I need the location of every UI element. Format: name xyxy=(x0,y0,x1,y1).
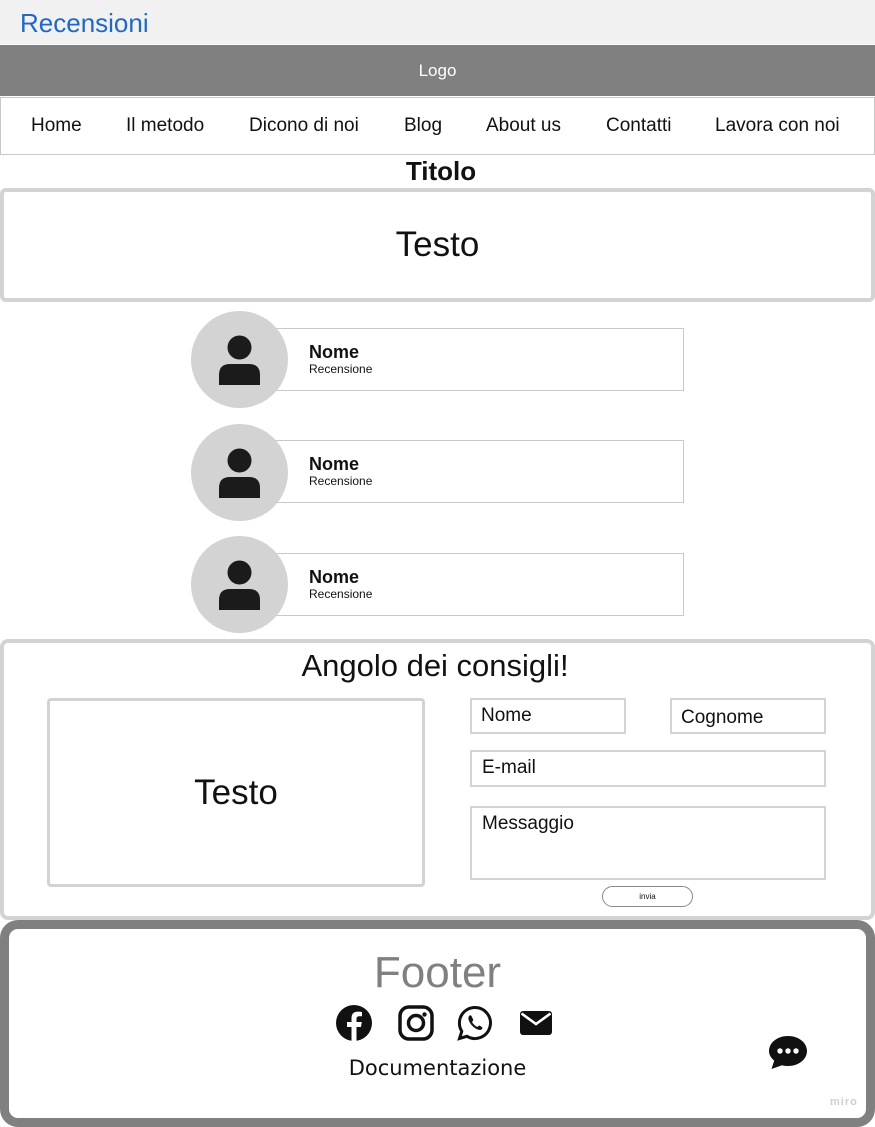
nav-item-il-metodo[interactable]: Il metodo xyxy=(126,115,204,137)
review-card: Nome Recensione xyxy=(265,553,684,616)
nav-item-about-us[interactable]: About us xyxy=(486,115,561,137)
avatar xyxy=(191,536,288,633)
review-name: Nome xyxy=(309,454,360,474)
instagram-icon[interactable] xyxy=(397,1004,435,1042)
mail-icon[interactable] xyxy=(518,1004,556,1042)
whatsapp-icon[interactable] xyxy=(456,1004,494,1042)
nav-item-contatti[interactable]: Contatti xyxy=(606,115,671,137)
page-name: Recensioni xyxy=(20,8,149,38)
user-icon xyxy=(219,560,260,610)
review-text: Recensione xyxy=(309,474,373,488)
surname-field[interactable]: Cognome xyxy=(670,698,826,734)
avatar xyxy=(191,311,288,408)
chat-icon[interactable] xyxy=(768,1034,808,1070)
user-icon xyxy=(219,448,260,498)
nav-item-lavora-con-noi[interactable]: Lavora con noi xyxy=(715,115,840,137)
email-field[interactable]: E-mail xyxy=(470,750,826,787)
nav-item-home[interactable]: Home xyxy=(31,115,82,137)
review-name: Nome xyxy=(309,342,360,362)
review-card: Nome Recensione xyxy=(265,440,684,503)
advice-title: Angolo dei consigli! xyxy=(301,648,569,683)
logo[interactable]: Logo xyxy=(0,45,875,96)
footer-title: Footer xyxy=(373,948,502,997)
facebook-icon[interactable] xyxy=(335,1004,373,1042)
nav-item-dicono-di-noi[interactable]: Dicono di noi xyxy=(249,115,359,137)
send-button[interactable]: invia xyxy=(602,886,693,907)
review-text: Recensione xyxy=(309,362,373,376)
user-icon xyxy=(219,335,260,385)
miro-watermark: miro xyxy=(830,1096,858,1108)
advice-text-box: Testo xyxy=(47,698,425,887)
review-name: Nome xyxy=(309,567,360,587)
review-text: Recensione xyxy=(309,587,373,601)
page-title: Titolo xyxy=(405,156,477,186)
name-field[interactable]: Nome xyxy=(470,698,626,734)
review-card: Nome Recensione xyxy=(265,328,684,391)
main-nav: Home Il metodo Dicono di noi Blog About … xyxy=(0,97,875,155)
documentation-link[interactable]: Documentazione xyxy=(0,1056,875,1080)
intro-text-box: Testo xyxy=(0,188,875,302)
avatar xyxy=(191,424,288,521)
message-field[interactable]: Messaggio xyxy=(470,806,826,880)
nav-item-blog[interactable]: Blog xyxy=(404,115,442,137)
